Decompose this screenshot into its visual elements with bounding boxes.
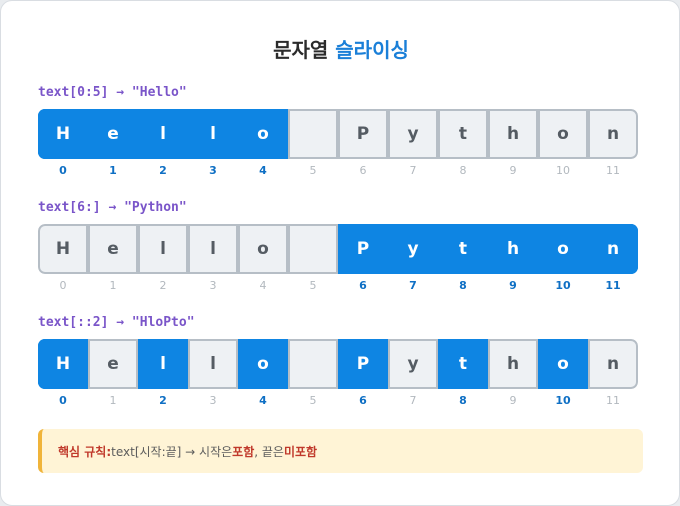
index-label: 9 bbox=[509, 279, 517, 292]
rule-syntax: text[시작:끝] → 시작은 bbox=[111, 444, 233, 459]
index-label: 0 bbox=[59, 394, 67, 407]
index-label: 11 bbox=[605, 279, 621, 292]
slice-row-3: HelloPython bbox=[38, 339, 638, 389]
char-cell: y bbox=[388, 224, 438, 274]
char-cell: H bbox=[38, 339, 88, 389]
index-label: 7 bbox=[409, 394, 417, 407]
index-label: 6 bbox=[359, 164, 367, 177]
char-cell: l bbox=[138, 339, 188, 389]
slicing-card: 문자열 슬라이싱 text[0:5] → "Hello" HelloPython… bbox=[0, 0, 680, 506]
index-label: 4 bbox=[259, 279, 267, 292]
char-cell: e bbox=[88, 109, 138, 159]
char-cell: t bbox=[438, 109, 488, 159]
char-cell: l bbox=[188, 339, 238, 389]
index-label: 10 bbox=[555, 394, 571, 407]
char-cell: o bbox=[538, 224, 588, 274]
index-label: 8 bbox=[459, 164, 467, 177]
char-cell: P bbox=[338, 339, 388, 389]
char-cell: P bbox=[338, 109, 388, 159]
rule-label: 핵심 규칙: bbox=[58, 444, 112, 459]
title-accent: 슬라이싱 bbox=[335, 38, 409, 62]
index-label: 5 bbox=[309, 279, 317, 292]
index-label: 3 bbox=[209, 394, 217, 407]
slice-row-1: HelloPython bbox=[38, 109, 638, 159]
char-cell: o bbox=[538, 339, 588, 389]
index-label: 2 bbox=[159, 279, 167, 292]
char-cell: H bbox=[38, 224, 88, 274]
char-cell: o bbox=[238, 224, 288, 274]
char-cell: o bbox=[538, 109, 588, 159]
char-cell: H bbox=[38, 109, 88, 159]
index-label: 6 bbox=[359, 394, 367, 407]
index-label: 5 bbox=[309, 164, 317, 177]
index-label: 10 bbox=[556, 164, 570, 177]
index-label: 1 bbox=[109, 164, 117, 177]
index-label: 7 bbox=[409, 279, 417, 292]
char-cell: n bbox=[588, 109, 638, 159]
char-cell: h bbox=[488, 224, 538, 274]
char-cell: n bbox=[588, 339, 638, 389]
page-title: 문자열 슬라이싱 bbox=[1, 34, 680, 63]
index-label: 4 bbox=[259, 164, 267, 177]
char-cell: t bbox=[438, 224, 488, 274]
title-prefix: 문자열 bbox=[273, 38, 336, 62]
rule-mid: , 끝은 bbox=[254, 444, 284, 459]
rule-exclude: 미포함 bbox=[283, 444, 318, 459]
char-cell: e bbox=[88, 339, 138, 389]
char-cell: e bbox=[88, 224, 138, 274]
index-label: 7 bbox=[409, 164, 417, 177]
char-cell: o bbox=[238, 339, 288, 389]
char-cell bbox=[288, 224, 338, 274]
rule-note: 핵심 규칙: text[시작:끝] → 시작은 포함, 끝은 미포함 bbox=[38, 429, 643, 473]
char-cell bbox=[288, 339, 338, 389]
index-label: 8 bbox=[459, 279, 467, 292]
index-label: 9 bbox=[509, 164, 517, 177]
index-label: 2 bbox=[159, 394, 167, 407]
index-label: 0 bbox=[59, 164, 67, 177]
char-cell: l bbox=[138, 109, 188, 159]
char-cell: o bbox=[238, 109, 288, 159]
index-label: 11 bbox=[606, 164, 620, 177]
slice-row-2: HelloPython bbox=[38, 224, 638, 274]
slice-label-2: text[6:] → "Python" bbox=[38, 200, 187, 215]
index-label: 1 bbox=[109, 279, 117, 292]
index-label: 2 bbox=[159, 164, 167, 177]
char-cell: h bbox=[488, 109, 538, 159]
char-cell: n bbox=[588, 224, 638, 274]
char-cell bbox=[288, 109, 338, 159]
index-label: 4 bbox=[259, 394, 267, 407]
slice-label-3: text[::2] → "HloPto" bbox=[38, 315, 195, 330]
index-label: 8 bbox=[459, 394, 467, 407]
char-cell: l bbox=[138, 224, 188, 274]
index-label: 1 bbox=[109, 394, 117, 407]
char-cell: l bbox=[188, 224, 238, 274]
rule-include: 포함 bbox=[232, 444, 255, 459]
char-cell: P bbox=[338, 224, 388, 274]
char-cell: t bbox=[438, 339, 488, 389]
index-label: 5 bbox=[309, 394, 317, 407]
index-label: 6 bbox=[359, 279, 367, 292]
char-cell: l bbox=[188, 109, 238, 159]
char-cell: h bbox=[488, 339, 538, 389]
index-label: 3 bbox=[209, 164, 217, 177]
index-label: 10 bbox=[555, 279, 571, 292]
index-label: 3 bbox=[209, 279, 217, 292]
index-label: 0 bbox=[59, 279, 67, 292]
index-label: 11 bbox=[606, 394, 620, 407]
char-cell: y bbox=[388, 109, 438, 159]
index-label: 9 bbox=[509, 394, 517, 407]
char-cell: y bbox=[388, 339, 438, 389]
slice-label-1: text[0:5] → "Hello" bbox=[38, 85, 187, 100]
